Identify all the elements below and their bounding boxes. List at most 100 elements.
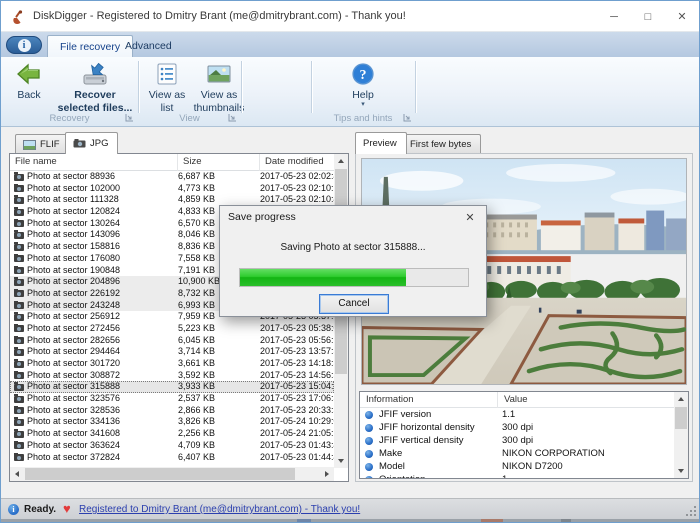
recover-selected-files-button[interactable]: Recover selected files... bbox=[53, 60, 137, 114]
column-header-information[interactable]: Information bbox=[360, 392, 498, 408]
save-progress-dialog: Save progress ✕ Saving Photo at sector 3… bbox=[219, 205, 487, 317]
file-row[interactable]: Photo at sector 2724565,223 KB2017-05-23… bbox=[10, 323, 334, 335]
view-as-list-button[interactable]: View as list bbox=[144, 60, 190, 114]
scrollbar-thumb[interactable] bbox=[25, 468, 295, 480]
file-row[interactable]: Photo at sector 2826566,045 KB2017-05-23… bbox=[10, 335, 334, 347]
scroll-down-arrow[interactable] bbox=[674, 464, 688, 478]
metadata-value: 300 dpi bbox=[502, 434, 533, 447]
column-header-file-name[interactable]: File name bbox=[10, 154, 178, 171]
file-size: 4,709 KB bbox=[178, 440, 215, 452]
metadata-row[interactable]: JFIF version1.1 bbox=[360, 408, 674, 421]
tab-preview[interactable]: Preview bbox=[355, 132, 407, 154]
column-header-size[interactable]: Size bbox=[178, 154, 260, 171]
file-name: Photo at sector 190848 bbox=[27, 265, 120, 277]
status-bar: i Ready. ♥ Registered to Dmitry Brant (m… bbox=[1, 498, 699, 519]
column-header-value[interactable]: Value bbox=[498, 392, 674, 408]
metadata-label: Make bbox=[379, 447, 402, 460]
file-row[interactable]: Photo at sector 2944643,714 KB2017-05-23… bbox=[10, 346, 334, 358]
file-name: Photo at sector 334136 bbox=[27, 416, 120, 428]
file-row[interactable]: Photo at sector 3235762,537 KB2017-05-23… bbox=[10, 393, 334, 405]
file-row[interactable]: Photo at sector 3088723,592 KB2017-05-23… bbox=[10, 370, 334, 382]
file-row[interactable]: Photo at sector 3285362,866 KB2017-05-23… bbox=[10, 405, 334, 417]
back-arrow-icon bbox=[16, 62, 42, 86]
scroll-left-arrow[interactable] bbox=[10, 467, 24, 481]
cancel-button[interactable]: Cancel bbox=[319, 294, 389, 314]
view-as-thumbnails-button[interactable]: View as thumbnails bbox=[191, 60, 247, 114]
file-name: Photo at sector 88936 bbox=[27, 171, 115, 183]
list-view-icon bbox=[155, 62, 179, 86]
tab-advanced[interactable]: Advanced bbox=[113, 35, 184, 57]
file-row[interactable]: Photo at sector 889366,687 KB2017-05-23 … bbox=[10, 171, 334, 183]
dialog-close-icon[interactable]: ✕ bbox=[455, 207, 485, 227]
metadata-row[interactable]: JFIF horizontal density300 dpi bbox=[360, 421, 674, 434]
scroll-right-arrow[interactable] bbox=[320, 467, 334, 481]
resize-grip[interactable] bbox=[686, 506, 696, 516]
ribbon: Back Recover selected files... View as l… bbox=[1, 57, 699, 127]
file-date: 2017-05-24 21:05:14 bbox=[260, 428, 334, 440]
file-row[interactable]: Photo at sector 3341363,826 KB2017-05-24… bbox=[10, 416, 334, 428]
file-row[interactable]: Photo at sector 3017203,661 KB2017-05-23… bbox=[10, 358, 334, 370]
tab-flif[interactable]: FLIF bbox=[15, 134, 70, 154]
scrollbar-thumb[interactable] bbox=[675, 407, 687, 429]
file-list-horizontal-scrollbar[interactable] bbox=[10, 467, 334, 481]
camera-icon bbox=[14, 185, 24, 192]
camera-icon bbox=[14, 325, 24, 332]
progress-bar-fill bbox=[240, 269, 406, 286]
metadata-row[interactable]: JFIF vertical density300 dpi bbox=[360, 434, 674, 447]
tab-first-few-bytes[interactable]: First few bytes bbox=[402, 134, 481, 154]
close-button[interactable]: ✕ bbox=[665, 1, 699, 32]
metadata-row[interactable]: Orientation1 bbox=[360, 473, 674, 478]
file-name: Photo at sector 243248 bbox=[27, 300, 120, 312]
diskdigger-window: DiskDigger - Registered to Dmitry Brant … bbox=[0, 0, 700, 523]
file-size: 7,959 KB bbox=[178, 311, 215, 323]
camera-icon bbox=[14, 314, 24, 321]
file-size: 3,661 KB bbox=[178, 358, 215, 370]
metadata-row[interactable]: ModelNIKON D7200 bbox=[360, 460, 674, 473]
metadata-value: 1.1 bbox=[502, 408, 515, 421]
metadata-rows: JFIF version1.1JFIF horizontal density30… bbox=[360, 408, 674, 478]
thumbnails-view-icon bbox=[206, 62, 232, 86]
tab-jpg[interactable]: JPG bbox=[65, 132, 118, 154]
file-row[interactable]: Photo at sector 3158883,933 KB2017-05-23… bbox=[10, 381, 334, 393]
file-date: 2017-05-23 13:57:31 bbox=[260, 346, 334, 358]
column-header-date[interactable]: Date modified bbox=[260, 154, 334, 171]
status-info-icon: i bbox=[8, 504, 19, 515]
dialog-launcher-icon[interactable] bbox=[125, 113, 134, 122]
file-size: 3,714 KB bbox=[178, 346, 215, 358]
metadata-vertical-scrollbar[interactable] bbox=[674, 392, 688, 478]
file-row[interactable]: Photo at sector 1020004,773 KB2017-05-23… bbox=[10, 183, 334, 195]
file-row[interactable]: Photo at sector 3416082,256 KB2017-05-24… bbox=[10, 428, 334, 440]
minimize-button[interactable]: ─ bbox=[597, 1, 631, 32]
file-row[interactable]: Photo at sector 3636244,709 KB2017-05-23… bbox=[10, 440, 334, 452]
metadata-header: Information Value bbox=[360, 392, 674, 408]
scroll-up-arrow[interactable] bbox=[674, 392, 688, 406]
file-name: Photo at sector 308872 bbox=[27, 370, 120, 382]
metadata-label: Model bbox=[379, 460, 405, 473]
dialog-launcher-icon[interactable] bbox=[228, 113, 237, 122]
metadata-label: JFIF horizontal density bbox=[379, 421, 475, 434]
file-date: 2017-05-23 15:04:25 bbox=[260, 381, 334, 393]
group-label-tips: Tips and hints bbox=[311, 111, 415, 126]
group-separator bbox=[241, 61, 242, 113]
help-button[interactable]: ? Help ▾ bbox=[339, 60, 387, 107]
scroll-down-arrow[interactable] bbox=[334, 454, 348, 468]
metadata-label: Orientation bbox=[379, 473, 425, 478]
dialog-launcher-icon[interactable] bbox=[403, 113, 412, 122]
registration-link[interactable]: Registered to Dmitry Brant (me@dmitrybra… bbox=[79, 504, 360, 515]
maximize-button[interactable]: □ bbox=[631, 1, 665, 32]
scroll-up-arrow[interactable] bbox=[334, 154, 348, 168]
flif-image-icon bbox=[23, 140, 36, 150]
metadata-row[interactable]: MakeNIKON CORPORATION bbox=[360, 447, 674, 460]
camera-icon bbox=[14, 290, 24, 297]
file-row[interactable]: Photo at sector 3728246,407 KB2017-05-23… bbox=[10, 452, 334, 464]
info-icon: i bbox=[18, 39, 31, 52]
camera-icon bbox=[14, 407, 24, 414]
back-button[interactable]: Back bbox=[7, 60, 51, 102]
app-menu-button[interactable]: i bbox=[6, 36, 42, 54]
file-size: 2,256 KB bbox=[178, 428, 215, 440]
camera-icon bbox=[14, 372, 24, 379]
camera-icon bbox=[14, 349, 24, 356]
file-size: 6,045 KB bbox=[178, 335, 215, 347]
camera-icon bbox=[14, 442, 24, 449]
file-date: 2017-05-23 01:44:49 bbox=[260, 452, 334, 464]
